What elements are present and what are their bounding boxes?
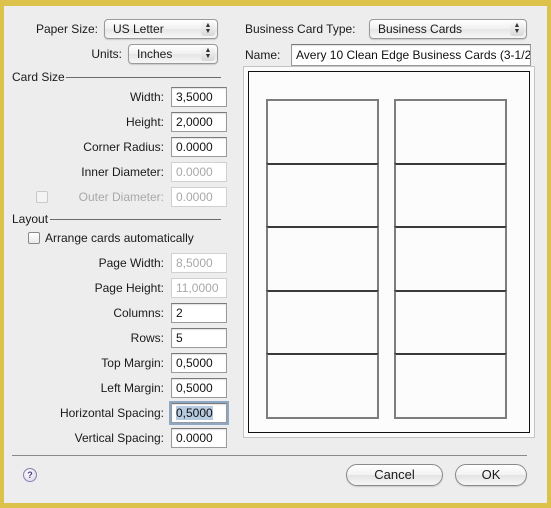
horizontal-spacing-field[interactable]: 0,5000	[171, 403, 227, 423]
vertical-spacing-field[interactable]: 0.0000	[171, 428, 227, 448]
name-label: Name:	[245, 48, 281, 62]
up-down-arrows-icon: ▲ ▼	[201, 47, 215, 61]
paper-size-label: Paper Size:	[35, 22, 98, 36]
paper-size-popup[interactable]: US Letter ▲ ▼	[104, 19, 218, 39]
units-label: Units:	[91, 47, 122, 61]
preview-card	[266, 226, 379, 292]
business-card-type-label: Business Card Type:	[245, 22, 356, 36]
rows-label: Rows:	[130, 331, 164, 345]
up-down-arrows-icon: ▲ ▼	[201, 22, 215, 36]
height-label: Height:	[125, 115, 164, 129]
width-label: Width:	[129, 90, 164, 104]
inner-diameter-field: 0.0000	[171, 162, 227, 182]
page-width-label: Page Width:	[98, 256, 164, 270]
up-down-arrows-icon: ▲ ▼	[510, 22, 524, 36]
layout-divider	[50, 219, 221, 220]
help-icon[interactable]: ?	[23, 468, 37, 482]
preview-card	[266, 353, 379, 419]
business-card-type-popup[interactable]: Business Cards ▲ ▼	[369, 19, 527, 39]
arrange-automatically-checkbox[interactable]	[28, 232, 40, 244]
business-card-type-value: Business Cards	[378, 22, 463, 36]
layout-section-title: Layout	[12, 212, 49, 226]
height-field[interactable]: 2,0000	[171, 112, 227, 132]
outer-diameter-field: 0.0000	[171, 187, 227, 207]
columns-label: Columns:	[113, 306, 164, 320]
name-field[interactable]: Avery 10 Clean Edge Business Cards (3-1/…	[291, 44, 531, 66]
preview-card	[394, 163, 507, 229]
corner-radius-field[interactable]: 0.0000	[171, 137, 227, 157]
preview-card	[394, 290, 507, 356]
page-height-label: Page Height:	[94, 281, 164, 295]
paper-size-value: US Letter	[113, 22, 164, 36]
units-popup[interactable]: Inches ▲ ▼	[128, 44, 218, 64]
vertical-spacing-label: Vertical Spacing:	[74, 431, 164, 445]
preview-card	[394, 226, 507, 292]
rows-field[interactable]: 5	[171, 328, 227, 348]
ok-button[interactable]: OK	[455, 464, 527, 486]
left-margin-label: Left Margin:	[100, 381, 164, 395]
width-field[interactable]: 3,5000	[171, 87, 227, 107]
units-value: Inches	[137, 47, 173, 61]
card-size-divider	[66, 77, 221, 78]
columns-field[interactable]: 2	[171, 303, 227, 323]
cancel-button[interactable]: Cancel	[346, 464, 443, 486]
horizontal-spacing-value: 0,5000	[176, 406, 213, 420]
preview-card	[266, 99, 379, 165]
preview-card	[266, 290, 379, 356]
top-margin-field[interactable]: 0,5000	[171, 353, 227, 373]
preview-card	[394, 353, 507, 419]
page-width-field: 8,5000	[171, 253, 227, 273]
outer-diameter-label: Outer Diameter:	[78, 190, 164, 204]
page-height-field: 11,0000	[171, 278, 227, 298]
corner-radius-label: Corner Radius:	[83, 140, 164, 154]
left-margin-field[interactable]: 0,5000	[171, 378, 227, 398]
arrange-automatically-label[interactable]: Arrange cards automatically	[45, 231, 194, 245]
card-size-section-title: Card Size	[12, 70, 65, 84]
top-margin-label: Top Margin:	[101, 356, 164, 370]
inner-diameter-label: Inner Diameter:	[81, 165, 164, 179]
footer-divider	[12, 455, 527, 456]
preview-card	[266, 163, 379, 229]
horizontal-spacing-label: Horizontal Spacing:	[59, 406, 164, 420]
preview-card	[394, 99, 507, 165]
